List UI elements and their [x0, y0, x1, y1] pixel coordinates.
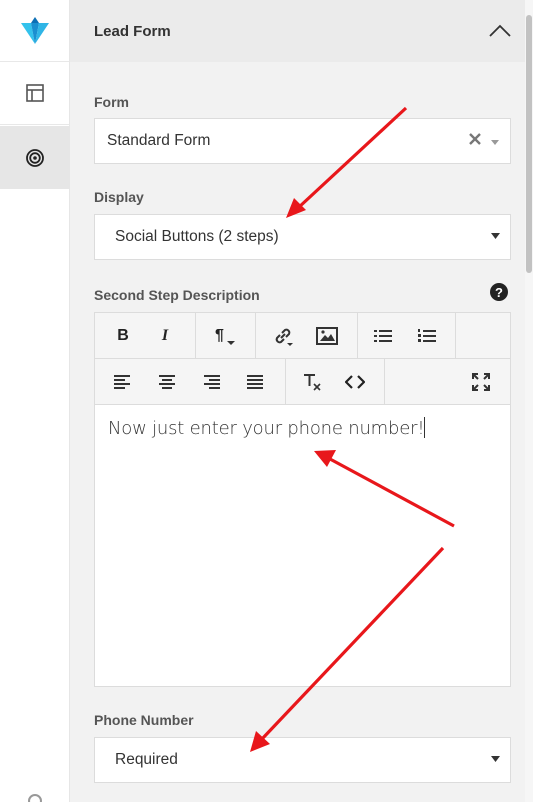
paragraph-icon[interactable]: ¶: [201, 313, 249, 358]
italic-icon[interactable]: I: [145, 313, 185, 358]
caret-down-icon[interactable]: [491, 231, 500, 243]
panel-title: Lead Form: [94, 22, 171, 40]
caret-down-icon[interactable]: [490, 134, 500, 152]
fullscreen-icon[interactable]: [461, 359, 501, 404]
panel-scrollbar[interactable]: [525, 0, 533, 802]
rail-bottom-icon[interactable]: [28, 794, 42, 802]
caret-down-icon[interactable]: [491, 754, 500, 766]
editor-toolbar-row-1: B I ¶: [95, 313, 510, 359]
numbered-list-icon[interactable]: [407, 313, 447, 358]
phone-number-select[interactable]: Required: [94, 737, 511, 783]
toolbar-divider: [384, 359, 385, 404]
align-justify-icon[interactable]: [235, 359, 275, 404]
display-select[interactable]: Social Buttons (2 steps): [94, 214, 511, 260]
brand-logo[interactable]: [0, 0, 69, 62]
phone-number-select-value: Required: [115, 751, 178, 768]
display-label: Display: [94, 189, 144, 205]
align-left-icon[interactable]: [103, 359, 143, 404]
align-center-icon[interactable]: [147, 359, 187, 404]
help-icon[interactable]: ?: [490, 283, 508, 301]
form-select[interactable]: Standard Form: [94, 118, 511, 164]
editor-content-text: Now just enter your phone number!: [108, 418, 425, 439]
bulleted-list-icon[interactable]: [363, 313, 403, 358]
link-icon[interactable]: [263, 313, 303, 358]
layout-icon: [25, 84, 44, 102]
second-step-label: Second Step Description: [94, 287, 260, 303]
brand-logo-icon: [20, 16, 49, 44]
display-select-value: Social Buttons (2 steps): [115, 228, 279, 245]
align-right-icon[interactable]: [191, 359, 231, 404]
form-select-value: Standard Form: [107, 132, 211, 149]
toolbar-divider: [255, 313, 256, 358]
clear-icon[interactable]: [468, 132, 482, 151]
bold-icon[interactable]: B: [103, 313, 143, 358]
chevron-up-icon[interactable]: [487, 20, 513, 42]
toolbar-divider: [195, 313, 196, 358]
sidebar-item-layout[interactable]: [0, 62, 69, 125]
clear-format-icon[interactable]: [293, 359, 333, 404]
left-rail: [0, 0, 70, 802]
code-view-icon[interactable]: [335, 359, 375, 404]
image-icon[interactable]: [307, 313, 347, 358]
form-label: Form: [94, 94, 129, 110]
phone-number-label: Phone Number: [94, 712, 194, 728]
target-icon: [25, 148, 44, 167]
toolbar-divider: [357, 313, 358, 358]
sidebar-item-target[interactable]: [0, 126, 69, 189]
panel-header[interactable]: Lead Form: [70, 0, 525, 62]
editor-toolbar-row-2: [95, 359, 510, 405]
lead-form-panel: Lead Form Form Standard Form Display Soc…: [70, 0, 533, 802]
toolbar-divider: [455, 313, 456, 358]
text-cursor: [424, 417, 426, 438]
scrollbar-thumb[interactable]: [526, 15, 532, 273]
editor-content[interactable]: Now just enter your phone number!: [108, 417, 426, 439]
toolbar-divider: [285, 359, 286, 404]
rich-text-editor[interactable]: B I ¶ Now just enter your phone number!: [94, 312, 511, 687]
